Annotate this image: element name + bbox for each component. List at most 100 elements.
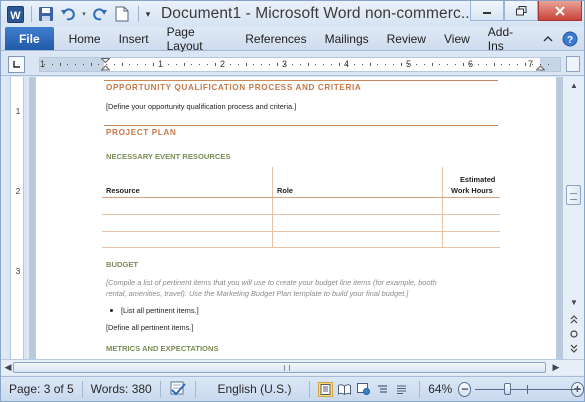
scroll-up-icon[interactable]: ▲	[567, 79, 581, 91]
ruler-tick	[268, 64, 270, 65]
ruler-tick	[276, 63, 278, 66]
bullet-icon	[110, 309, 113, 312]
vertical-ruler[interactable]: 1 2 3	[7, 77, 27, 359]
tab-review[interactable]: Review	[378, 27, 435, 50]
section-rule	[104, 80, 498, 81]
ruler-number: 3	[15, 267, 21, 276]
outline-view-icon[interactable]	[375, 382, 390, 397]
restore-button[interactable]	[504, 1, 538, 21]
table-row	[102, 197, 500, 198]
page-count[interactable]: Page: 3 of 5	[1, 377, 82, 402]
minimize-button[interactable]	[470, 1, 504, 21]
previous-page-icon[interactable]	[567, 314, 581, 326]
table-row	[102, 247, 500, 248]
ruler-tick	[230, 64, 231, 65]
ruler-tick	[532, 64, 534, 65]
ruler-tick	[408, 64, 410, 65]
ruler-tick	[292, 64, 293, 65]
ruler-tick	[222, 64, 224, 65]
customize-toolbar-icon[interactable]: ▾	[143, 4, 153, 24]
web-layout-icon[interactable]	[356, 382, 371, 397]
full-screen-reading-icon[interactable]	[337, 382, 352, 397]
ruler-tick	[478, 64, 479, 65]
subsection-title-budget: BUDGET	[106, 260, 139, 269]
word-logo-icon[interactable]: W	[5, 4, 25, 24]
tab-selector-icon[interactable]	[8, 56, 25, 73]
ruler-tick	[245, 63, 247, 66]
close-button[interactable]	[538, 1, 582, 21]
ruler-tick	[516, 64, 518, 65]
right-indent-marker-icon[interactable]	[535, 58, 546, 71]
ruler-tick	[121, 63, 123, 66]
zoom-slider[interactable]	[475, 377, 582, 402]
ruler-tick	[547, 64, 549, 65]
vertical-scrollbar[interactable]: ▲ ▼	[562, 77, 584, 359]
ruler-tick	[369, 63, 371, 66]
tab-insert[interactable]: Insert	[110, 27, 158, 50]
next-page-icon[interactable]	[567, 342, 581, 354]
draft-view-icon[interactable]	[394, 382, 409, 397]
ruler-tick	[261, 64, 262, 65]
view-ruler-button[interactable]	[566, 56, 580, 72]
scroll-down-icon[interactable]: ▼	[567, 296, 581, 308]
ruler-number: 1	[15, 107, 21, 116]
section-title-project-plan: PROJECT PLAN	[106, 128, 177, 137]
undo-dropdown-icon[interactable]: ▾	[80, 4, 88, 24]
ruler-tick	[106, 64, 107, 65]
ruler-tick	[168, 64, 169, 65]
ruler-tick	[447, 64, 448, 65]
language-indicator[interactable]: English (U.S.)	[195, 377, 309, 402]
ruler-number: 2	[15, 187, 21, 196]
tab-mailings[interactable]: Mailings	[316, 27, 378, 50]
tab-file[interactable]: File	[5, 27, 54, 50]
zoom-slider-knob[interactable]	[503, 382, 511, 395]
ruler-tick	[454, 64, 456, 65]
help-icon[interactable]: ?	[562, 31, 578, 47]
select-browse-object-icon[interactable]	[567, 328, 581, 340]
ruler-margin-left	[40, 58, 104, 71]
ruler-tick	[338, 63, 340, 66]
indent-marker-icon[interactable]	[100, 58, 111, 71]
word-count[interactable]: Words: 380	[83, 377, 160, 402]
budget-text: rental, amenities, travel). Use the Mark…	[106, 289, 409, 298]
collapse-ribbon-icon[interactable]	[540, 31, 556, 47]
word-window: W ▾ ▾ Document1 - Microsoft Word non-com…	[0, 0, 585, 402]
ruler-tick	[299, 64, 301, 65]
new-document-icon[interactable]	[112, 4, 132, 24]
document-page[interactable]: OPPORTUNITY QUALIFICATION PROCESS AND CR…	[36, 77, 556, 359]
save-icon[interactable]	[36, 4, 56, 24]
ruler-tick	[485, 64, 487, 65]
vertical-scroll-thumb[interactable]	[566, 185, 581, 205]
ruler-tick	[144, 64, 146, 65]
tab-page-layout[interactable]: Page Layout	[158, 25, 237, 53]
zoom-level[interactable]: 64%	[420, 377, 458, 402]
horizontal-ruler[interactable]: 1 1 2 3 4 5 6 7	[39, 57, 561, 72]
ruler-tick	[323, 64, 324, 65]
tab-home[interactable]: Home	[60, 27, 110, 50]
section-rule	[104, 125, 498, 126]
ruler-tick	[524, 63, 526, 66]
ruler-tick	[137, 64, 138, 65]
print-layout-icon[interactable]	[318, 381, 334, 397]
redo-icon[interactable]	[90, 4, 110, 24]
document-area[interactable]: OPPORTUNITY QUALIFICATION PROCESS AND CR…	[29, 77, 562, 359]
quick-access-toolbar: W ▾ ▾	[1, 1, 155, 27]
proofing-icon[interactable]	[161, 377, 195, 402]
ruler-tick	[90, 63, 92, 66]
list-item: [List all pertinent items.]	[121, 306, 199, 315]
horizontal-scrollbar[interactable]: ◀ ▶	[1, 359, 584, 375]
ruler-tick	[354, 64, 355, 65]
horizontal-scroll-thumb[interactable]	[13, 362, 546, 373]
scroll-right-icon[interactable]: ▶	[549, 361, 563, 374]
ruler-tick	[44, 64, 45, 65]
zoom-out-button[interactable]: −	[458, 381, 472, 397]
ruler-tick	[462, 63, 464, 66]
define-items-text: [Define all pertinent items.]	[106, 323, 194, 332]
tab-add-ins[interactable]: Add-Ins	[479, 25, 534, 53]
tab-references[interactable]: References	[236, 27, 315, 50]
undo-icon[interactable]	[58, 4, 78, 24]
ruler-tick	[98, 64, 100, 65]
ruler-tick	[284, 64, 286, 65]
toolbar-divider	[31, 6, 32, 22]
tab-view[interactable]: View	[435, 27, 479, 50]
